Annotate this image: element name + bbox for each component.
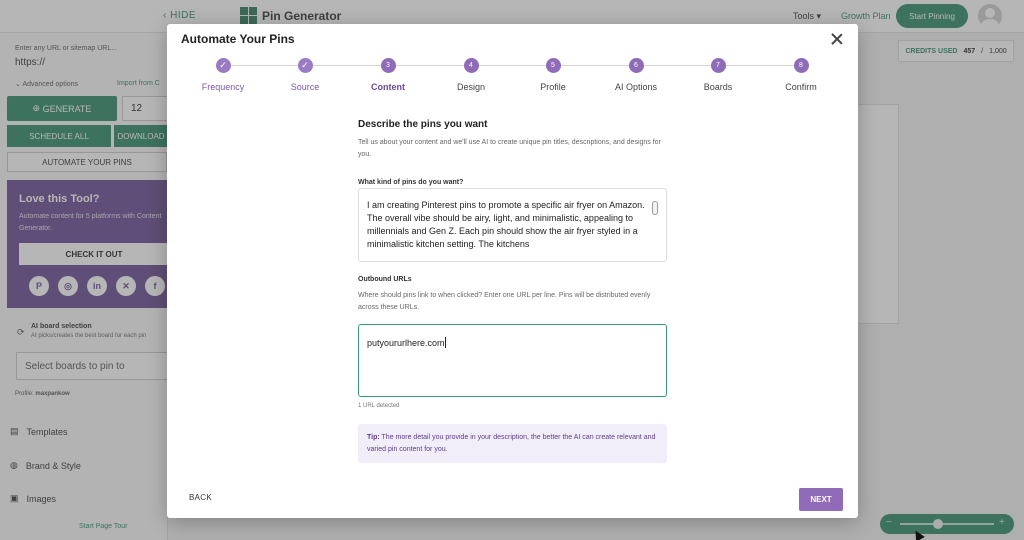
checkmark-icon: ✓ — [215, 58, 231, 73]
modal-title: Automate Your Pins — [181, 32, 295, 46]
outbound-urls-textarea[interactable]: putyoururlhere.com — [358, 324, 667, 397]
step-label: Design — [456, 82, 485, 92]
step-label: Boards — [703, 82, 733, 92]
pins-description-textarea[interactable]: I am creating Pinterest pins to promote … — [358, 188, 667, 262]
urls-description: Where should pins link to when clicked? … — [358, 292, 651, 311]
step-number: 7 — [710, 58, 726, 73]
step-number: 4 — [463, 58, 479, 73]
pins-field-label: What kind of pins do you want? — [358, 179, 464, 186]
section-title: Describe the pins you want — [358, 119, 488, 130]
step-number: 3 — [380, 58, 396, 73]
step-number: 8 — [793, 58, 809, 73]
step-confirm[interactable]: 8 Confirm — [756, 58, 846, 92]
urls-value: putyoururlhere.com — [367, 338, 445, 348]
step-content[interactable]: 3 Content — [343, 58, 433, 92]
scrollbar-thumb[interactable] — [652, 201, 658, 215]
step-label: AI Options — [614, 82, 658, 92]
step-source[interactable]: ✓ Source — [260, 58, 350, 92]
textarea-scrollbar[interactable] — [652, 199, 659, 249]
next-button[interactable]: NEXT — [799, 488, 843, 511]
step-boards[interactable]: 7 Boards — [673, 58, 763, 92]
section-description: Tell us about your content and we'll use… — [358, 139, 661, 158]
checkmark-icon: ✓ — [297, 58, 313, 73]
step-ai-options[interactable]: 6 AI Options — [591, 58, 681, 92]
step-label: Confirm — [785, 82, 817, 92]
text-caret — [444, 337, 446, 348]
step-design[interactable]: 4 Design — [426, 58, 516, 92]
back-button[interactable]: BACK — [189, 493, 212, 502]
urls-section: Outbound URLs Where should pins link to … — [358, 276, 667, 314]
urls-label: Outbound URLs — [358, 276, 412, 283]
urls-detected-count: 1 URL detected — [358, 403, 400, 409]
describe-section: Describe the pins you want Tell us about… — [358, 119, 667, 186]
tip-text: The more detail you provide in your desc… — [367, 434, 656, 453]
step-label: Source — [290, 82, 320, 92]
pins-description-text: I am creating Pinterest pins to promote … — [367, 200, 645, 249]
tip-box: Tip: The more detail you provide in your… — [358, 424, 667, 463]
step-profile[interactable]: 5 Profile — [508, 58, 598, 92]
automate-pins-modal: Automate Your Pins ✓ Frequency ✓ Source 3 Con… — [167, 24, 858, 518]
close-icon[interactable] — [829, 31, 845, 47]
step-label: Profile — [540, 82, 566, 92]
step-label: Content — [371, 82, 405, 92]
step-frequency[interactable]: ✓ Frequency — [178, 58, 268, 92]
tip-label: Tip: — [367, 434, 380, 441]
step-number: 6 — [628, 58, 644, 73]
step-label: Frequency — [201, 82, 245, 92]
step-number: 5 — [545, 58, 561, 73]
